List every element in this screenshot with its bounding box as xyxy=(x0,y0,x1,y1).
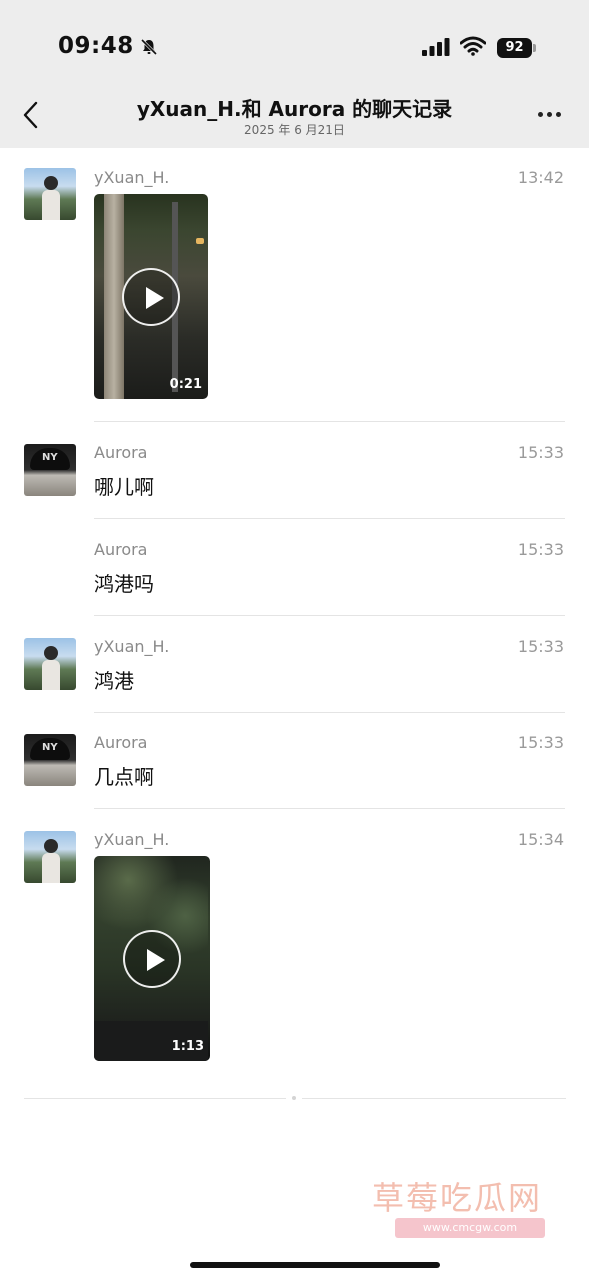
sender-name: Aurora xyxy=(94,540,148,559)
message-time: 15:33 xyxy=(517,637,564,656)
message-text: 几点啊 xyxy=(94,765,154,789)
bell-slash-icon xyxy=(140,38,158,56)
message-time: 15:34 xyxy=(517,830,564,849)
ellipsis-icon[interactable] xyxy=(537,104,563,124)
signal-icon xyxy=(422,38,450,56)
avatar[interactable] xyxy=(24,638,76,690)
end-dot xyxy=(292,1096,296,1100)
divider xyxy=(94,712,565,713)
watermark-url: www.cmcgw.com xyxy=(395,1218,545,1238)
battery-level: 92 xyxy=(497,38,532,58)
video-duration: 1:13 xyxy=(171,1039,204,1054)
battery-icon: 92 xyxy=(497,38,537,58)
sender-name: Aurora xyxy=(94,443,148,462)
wifi-icon xyxy=(460,36,486,56)
message-text: 鸿港 xyxy=(94,669,134,693)
message-time: 13:42 xyxy=(517,168,564,187)
message-time: 15:33 xyxy=(517,540,564,559)
avatar[interactable] xyxy=(24,444,76,496)
message-time: 15:33 xyxy=(517,733,564,752)
divider xyxy=(94,421,565,422)
status-time: 09:48 xyxy=(58,33,134,59)
end-divider xyxy=(302,1098,566,1099)
play-icon[interactable] xyxy=(122,267,180,326)
page-subtitle-date: 2025 年 6 月21日 xyxy=(244,123,345,137)
chevron-left-icon[interactable] xyxy=(20,100,42,130)
top-bar: 09:48 92 yXuan_H.和 Aurora 的聊天记录 2025 年 6… xyxy=(0,0,589,148)
video-message[interactable]: 1:13 xyxy=(94,856,210,1061)
video-duration: 0:21 xyxy=(169,377,202,392)
avatar[interactable] xyxy=(24,734,76,786)
sender-name: Aurora xyxy=(94,733,148,752)
page-title: yXuan_H.和 Aurora 的聊天记录 xyxy=(136,97,453,121)
watermark-text: 草莓吃瓜网 xyxy=(372,1179,543,1217)
divider xyxy=(94,808,565,809)
message-text: 鸿港吗 xyxy=(94,572,154,596)
sender-name: yXuan_H. xyxy=(94,168,170,187)
sender-name: yXuan_H. xyxy=(94,830,170,849)
divider xyxy=(94,518,565,519)
sender-name: yXuan_H. xyxy=(94,637,170,656)
avatar[interactable] xyxy=(24,168,76,220)
video-message[interactable]: 0:21 xyxy=(94,194,208,399)
end-divider xyxy=(24,1098,286,1099)
avatar[interactable] xyxy=(24,831,76,883)
message-text: 哪儿啊 xyxy=(94,475,154,499)
divider xyxy=(94,615,565,616)
play-icon[interactable] xyxy=(123,929,181,988)
home-indicator[interactable] xyxy=(190,1262,440,1268)
message-time: 15:33 xyxy=(517,443,564,462)
